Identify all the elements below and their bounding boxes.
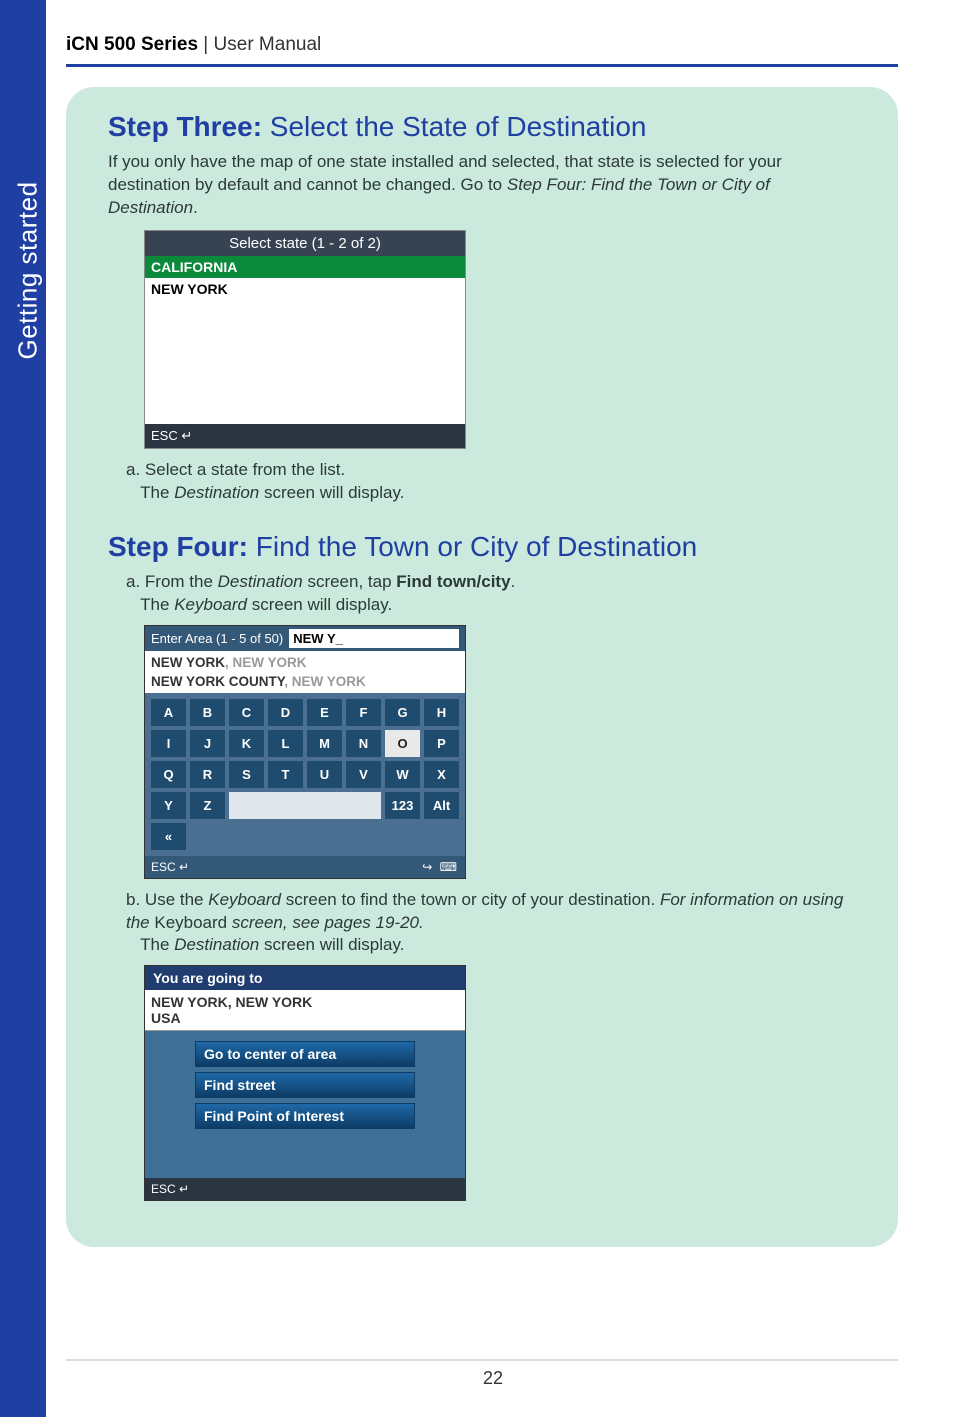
keyboard-screen: Enter Area (1 - 5 of 50) NEW Y_ NEW YORK…	[144, 625, 466, 879]
key-m[interactable]: M	[307, 730, 342, 757]
kb-result-0[interactable]: NEW YORK, NEW YORK	[151, 653, 459, 672]
esc-button[interactable]: ESC	[151, 428, 192, 444]
key-j[interactable]: J	[190, 730, 225, 757]
content-card: Step Three: Select the State of Destinat…	[66, 87, 898, 1247]
key-x[interactable]: X	[424, 761, 459, 788]
state-list: CALIFORNIA NEW YORK	[145, 256, 465, 424]
kb-footer: ESC ↵ ↪ ⌨	[145, 856, 465, 878]
key-l[interactable]: L	[268, 730, 303, 757]
key-t[interactable]: T	[268, 761, 303, 788]
select-state-screen: Select state (1 - 2 of 2) CALIFORNIA NEW…	[144, 230, 466, 449]
key-a[interactable]: A	[151, 699, 186, 726]
select-state-title: Select state (1 - 2 of 2)	[145, 231, 465, 256]
dest-esc[interactable]: ESC	[151, 1182, 189, 1196]
key-w[interactable]: W	[385, 761, 420, 788]
state-row-newyork[interactable]: NEW YORK	[145, 278, 465, 300]
key-y[interactable]: Y	[151, 792, 186, 819]
key-c[interactable]: C	[229, 699, 264, 726]
state-row-california[interactable]: CALIFORNIA	[145, 256, 465, 278]
kb-mode-icons[interactable]: ↪ ⌨	[422, 860, 459, 874]
step4-heading: Step Four: Find the Town or City of Dest…	[108, 531, 862, 563]
side-spine: Getting started	[0, 0, 46, 1417]
key-n[interactable]: N	[346, 730, 381, 757]
key-i[interactable]: I	[151, 730, 186, 757]
product-name: iCN 500 Series	[66, 34, 198, 55]
kb-results: NEW YORK, NEW YORK NEW YORK COUNTY, NEW …	[145, 651, 465, 693]
step4-substep-b: b. Use the Keyboard screen to find the t…	[126, 889, 862, 958]
btn-go-center[interactable]: Go to center of area	[195, 1041, 415, 1067]
key-123[interactable]: 123	[385, 792, 420, 819]
key-r[interactable]: R	[190, 761, 225, 788]
page-number: 22	[463, 1368, 523, 1389]
btn-find-poi[interactable]: Find Point of Interest	[195, 1103, 415, 1129]
step4-substep-a: a. From the Destination screen, tap Find…	[126, 571, 862, 617]
key-k[interactable]: K	[229, 730, 264, 757]
kb-top: Enter Area (1 - 5 of 50) NEW Y_	[145, 626, 465, 651]
kb-input[interactable]: NEW Y_	[289, 629, 459, 648]
kb-title: Enter Area (1 - 5 of 50)	[151, 631, 283, 646]
footer-rule	[66, 1359, 898, 1361]
key-e[interactable]: E	[307, 699, 342, 726]
kb-grid: A B C D E F G H I J K L M N O P Q R S T	[145, 693, 465, 856]
dest-footer: ESC	[145, 1178, 465, 1200]
page-header: iCN 500 Series | User Manual	[66, 34, 898, 67]
key-d[interactable]: D	[268, 699, 303, 726]
key-s[interactable]: S	[229, 761, 264, 788]
step3-intro: If you only have the map of one state in…	[108, 151, 862, 220]
key-q[interactable]: Q	[151, 761, 186, 788]
side-label: Getting started	[13, 180, 44, 360]
step3-heading: Step Three: Select the State of Destinat…	[108, 111, 862, 143]
key-o[interactable]: O	[385, 730, 420, 757]
dest-body: Go to center of area Find street Find Po…	[145, 1031, 465, 1178]
key-h[interactable]: H	[424, 699, 459, 726]
kb-result-1[interactable]: NEW YORK COUNTY, NEW YORK	[151, 672, 459, 691]
state-screen-footer: ESC	[145, 424, 465, 448]
key-z[interactable]: Z	[190, 792, 225, 819]
destination-screen: You are going to NEW YORK, NEW YORK USA …	[144, 965, 466, 1201]
key-b[interactable]: B	[190, 699, 225, 726]
key-g[interactable]: G	[385, 699, 420, 726]
key-p[interactable]: P	[424, 730, 459, 757]
step3-substep-a: a. Select a state from the list. The Des…	[126, 459, 862, 505]
key-space[interactable]	[229, 792, 381, 819]
btn-find-street[interactable]: Find street	[195, 1072, 415, 1098]
page-content: iCN 500 Series | User Manual Step Three:…	[66, 34, 898, 1247]
key-v[interactable]: V	[346, 761, 381, 788]
key-u[interactable]: U	[307, 761, 342, 788]
kb-esc[interactable]: ESC ↵	[151, 860, 189, 874]
key-alt[interactable]: Alt	[424, 792, 459, 819]
key-back[interactable]: «	[151, 823, 186, 850]
dest-location: NEW YORK, NEW YORK USA	[145, 990, 465, 1031]
key-f[interactable]: F	[346, 699, 381, 726]
dest-title: You are going to	[145, 966, 465, 990]
header-suffix: | User Manual	[198, 34, 321, 55]
